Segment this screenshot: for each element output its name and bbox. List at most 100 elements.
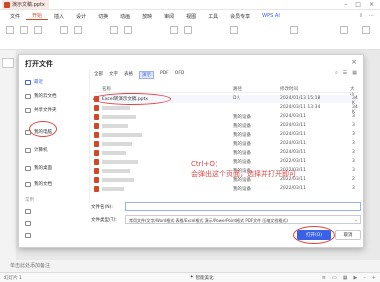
play-icon[interactable]: ▶	[353, 275, 357, 281]
file-row[interactable]: 我的设备 2024/03/11 3	[94, 113, 358, 121]
tab-file[interactable]: 文件	[4, 13, 26, 20]
file-row[interactable]: 我的设备 2024/03/11 3	[94, 140, 358, 148]
sidebar-item-cloud[interactable]: 我的云文档	[25, 93, 57, 99]
drive-icon	[25, 147, 31, 153]
file-row[interactable]: 我的设备 2024/03/11 3	[94, 131, 358, 139]
tab-home[interactable]: 开始	[26, 12, 49, 20]
chevron-down-icon: ⌄	[353, 217, 358, 223]
column-name[interactable]: 名称	[102, 86, 111, 92]
slide-thumbnails	[0, 50, 16, 272]
file-row[interactable]: 我的设备 2024/03/11 3	[94, 122, 358, 130]
dialog-close-icon[interactable]: ×	[351, 58, 357, 66]
file-row[interactable]: 2024/03/11 13:34 34 K	[94, 104, 358, 115]
file-time: 2024/03/11	[280, 114, 306, 119]
blurred-file-name	[102, 142, 132, 146]
sidebar-item-folder[interactable]	[25, 233, 31, 238]
font-icon[interactable]	[110, 26, 118, 34]
file-path: 我的设备	[233, 151, 251, 156]
tab-transition[interactable]: 切换	[92, 13, 114, 20]
align-icon[interactable]	[230, 26, 238, 34]
file-type-filter: 全部 文字 表格 演示 PDF OFD	[94, 71, 184, 79]
search-icon[interactable]: ⌕	[335, 70, 338, 76]
close-window-icon[interactable]: ×	[369, 1, 374, 8]
sidebar-item-shared[interactable]: 共享文件夹	[25, 107, 57, 113]
sidebar-item-label: 我的桌面	[34, 166, 52, 171]
filter-all[interactable]: 全部	[94, 71, 103, 79]
file-size: 3	[352, 159, 355, 164]
filter-sheet[interactable]: 表格	[124, 71, 133, 79]
notes-placeholder[interactable]: 单击此处添加备注	[10, 262, 50, 269]
tab-animation[interactable]: 动画	[114, 13, 136, 20]
annotation-line: Ctrl+O：	[191, 160, 222, 168]
blurred-file-name	[102, 160, 138, 164]
blurred-file-name	[102, 124, 128, 128]
font-size-icon[interactable]	[124, 26, 132, 34]
maximize-icon[interactable]: □	[355, 1, 361, 8]
tab-slideshow[interactable]: 放映	[136, 13, 158, 20]
sidebar-item-computer[interactable]: 计算机	[25, 147, 48, 153]
filter-presentation[interactable]: 演示	[139, 71, 154, 79]
clock-icon	[25, 79, 31, 85]
file-row[interactable]: 我的设备 2024/03/11 3	[94, 149, 358, 157]
sorter-view-icon[interactable]: ▦	[343, 275, 348, 281]
notes-icon[interactable]: ≡	[322, 275, 326, 281]
bold-icon[interactable]	[170, 26, 178, 34]
new-slide-icon[interactable]	[6, 26, 14, 34]
file-path: 我的设备	[233, 115, 251, 120]
file-size: 3	[352, 141, 355, 146]
folder-icon	[25, 209, 31, 214]
grid-view-icon[interactable]: ▦	[352, 70, 357, 76]
sidebar-item-documents[interactable]: 我的文档	[25, 181, 52, 187]
tab-view[interactable]: 视图	[180, 13, 202, 20]
find-icon[interactable]	[340, 26, 348, 34]
tab-review[interactable]: 审阅	[158, 13, 180, 20]
column-path[interactable]: 路径	[233, 86, 242, 92]
layout-icon[interactable]	[60, 26, 68, 34]
filter-text[interactable]: 文字	[109, 71, 118, 79]
zoom-out-icon[interactable]: –	[363, 275, 366, 281]
slide-thumbnail[interactable]	[2, 58, 14, 68]
document-tab[interactable]: 演示文稿.pptx	[2, 0, 49, 9]
wps-ai-button[interactable]: WPS AI	[256, 13, 286, 19]
tab-insert[interactable]: 插入	[48, 13, 70, 20]
file-size: 3	[352, 114, 355, 119]
sidebar-item-folder[interactable]	[25, 221, 31, 226]
list-view-icon[interactable]: ☰	[343, 70, 347, 76]
sidebar-item-recent[interactable]: 最近	[25, 79, 43, 85]
paste-icon[interactable]	[20, 26, 28, 34]
ribbon-tabs: 文件 开始 插入 设计 切换 动画 放映 审阅 视图 工具 会员专享 WPS A…	[0, 10, 380, 22]
zoom-in-icon[interactable]: +	[372, 275, 376, 281]
tab-design[interactable]: 设计	[70, 13, 92, 20]
file-size: 3	[352, 123, 355, 128]
reset-icon[interactable]	[74, 26, 82, 34]
tab-member[interactable]: 会员专享	[224, 13, 256, 20]
select-icon[interactable]	[362, 26, 370, 34]
file-row[interactable]: 我的设备 2022/03/11 3	[94, 185, 358, 193]
pptx-file-icon	[94, 132, 99, 138]
sidebar-item-folder[interactable]	[25, 209, 31, 214]
minimize-icon[interactable]: –	[344, 1, 347, 8]
format-painter-icon[interactable]	[34, 26, 42, 34]
annotation-line: 会弹出这个页面，选择并打开即可	[191, 170, 296, 178]
more-icon[interactable]: ⋯	[369, 13, 374, 19]
column-time[interactable]: 修改时间	[280, 86, 298, 92]
shape-icon[interactable]	[290, 26, 298, 34]
normal-view-icon[interactable]: ▭	[332, 275, 337, 281]
filename-input[interactable]	[125, 202, 361, 211]
italic-icon[interactable]	[184, 26, 192, 34]
filetype-select[interactable]: 常用文件(文字/Word格式 表格/Excel格式 演示/PowerPoint格…	[125, 215, 361, 224]
sidebar-item-desktop[interactable]: 我的桌面	[25, 165, 52, 171]
smart-beautify-button[interactable]: ✦ 智能美化	[190, 275, 214, 281]
cancel-button[interactable]: 取消	[335, 230, 361, 240]
filetype-value: 常用文件(文字/Word格式 表格/Excel格式 演示/PowerPoint格…	[129, 218, 288, 223]
file-size: 3	[352, 132, 355, 137]
tab-tools[interactable]: 工具	[202, 13, 224, 20]
filter-pdf[interactable]: PDF	[160, 71, 169, 79]
blurred-file-name	[102, 169, 130, 173]
share-icon[interactable]: ⇪	[359, 13, 363, 19]
file-browser: 全部 文字 表格 演示 PDF OFD ⌕ ☰ ▦ 名称 路径 修改时间 大小 …	[89, 69, 361, 203]
filter-ofd[interactable]: OFD	[175, 71, 185, 79]
title-bar: 演示文稿.pptx – □ ×	[0, 0, 380, 10]
sidebar-item-label: 最近	[34, 80, 43, 85]
folder-icon	[25, 233, 31, 238]
